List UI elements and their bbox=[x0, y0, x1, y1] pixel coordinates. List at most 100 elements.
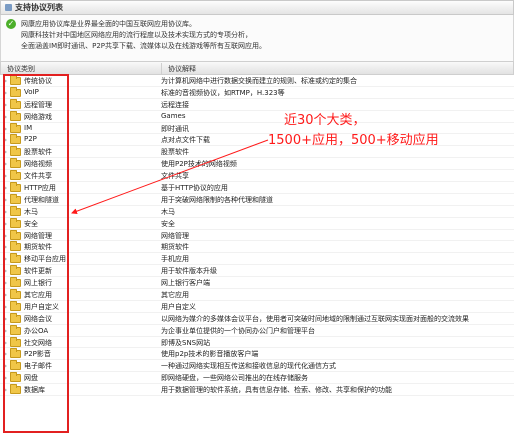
info-line-1: 网康应用协议库是业界最全面的中国互联网应用协议库。 bbox=[21, 20, 196, 28]
table-row[interactable]: 网络视频 使用P2P技术的网络视频 bbox=[0, 158, 514, 171]
table-row[interactable]: 传统协议 为计算机网络中进行数据交换而建立的规则、标准或约定的集合 bbox=[0, 75, 514, 87]
category-name[interactable]: 网络视频 bbox=[24, 159, 52, 169]
table-row[interactable]: 移动平台应用 手机应用 bbox=[0, 253, 514, 266]
category-name[interactable]: 网盘 bbox=[24, 373, 38, 383]
table-row[interactable]: P2P影音 使用p2p技术的影音播放客户端 bbox=[0, 348, 514, 361]
category-name[interactable]: 网络会议 bbox=[24, 314, 52, 324]
table-row[interactable]: 网络会议 以网络为媒介的多媒体会议平台，使用者可突破时间地域的限制通过互联网实现面… bbox=[0, 312, 514, 325]
expand-arrow-icon[interactable] bbox=[3, 161, 7, 168]
folder-icon bbox=[10, 312, 21, 323]
category-name[interactable]: IM bbox=[24, 124, 32, 132]
category-name[interactable]: 安全 bbox=[24, 219, 38, 229]
table-row[interactable]: 安全 安全 bbox=[0, 217, 514, 230]
table-row[interactable]: 木马 木马 bbox=[0, 205, 514, 218]
category-name[interactable]: 网络游戏 bbox=[24, 112, 52, 122]
category-name[interactable]: 软件更新 bbox=[24, 266, 52, 276]
category-name[interactable]: 办公OA bbox=[24, 326, 48, 336]
category-name[interactable]: HTTP应用 bbox=[24, 183, 56, 193]
category-name[interactable]: 移动平台应用 bbox=[24, 254, 66, 264]
table-row[interactable]: HTTP应用 基于HTTP协议的应用 bbox=[0, 182, 514, 194]
category-name[interactable]: 用户自定义 bbox=[24, 302, 59, 312]
expand-arrow-icon[interactable] bbox=[3, 89, 7, 96]
category-name[interactable]: 远程管理 bbox=[24, 100, 52, 110]
folder-icon bbox=[10, 253, 21, 264]
table-header: 协议类别 协议解释 bbox=[0, 61, 514, 75]
category-description: 即时通讯 bbox=[161, 124, 189, 133]
category-name[interactable]: 股票软件 bbox=[24, 147, 52, 157]
category-description: 期货软件 bbox=[161, 243, 189, 252]
folder-icon bbox=[10, 372, 21, 383]
table-row[interactable]: 办公OA 为企事业单位提供的一个协同办公门户和管理平台 bbox=[0, 324, 514, 337]
category-name[interactable]: 数据库 bbox=[24, 385, 45, 395]
expand-arrow-icon[interactable] bbox=[3, 173, 7, 180]
category-description: 为计算机网络中进行数据交换而建立的规则、标准或约定的集合 bbox=[161, 77, 357, 85]
expand-arrow-icon[interactable] bbox=[3, 339, 7, 346]
table-row[interactable]: 远程管理 远程连接 bbox=[0, 98, 514, 111]
expand-arrow-icon[interactable] bbox=[3, 149, 7, 156]
table-row[interactable]: 软件更新 用于软件版本升级 bbox=[0, 265, 514, 278]
expand-arrow-icon[interactable] bbox=[3, 137, 7, 144]
category-name[interactable]: 电子邮件 bbox=[24, 361, 52, 371]
expand-arrow-icon[interactable] bbox=[3, 256, 7, 263]
category-description: 为企事业单位提供的一个协同办公门户和管理平台 bbox=[161, 326, 315, 335]
expand-arrow-icon[interactable] bbox=[3, 220, 7, 227]
expand-arrow-icon[interactable] bbox=[3, 327, 7, 334]
table-row[interactable]: 网络管理 网络管理 bbox=[0, 229, 514, 242]
table-row[interactable]: 代理和隧道 用于突破网络限制的各种代理和隧道 bbox=[0, 193, 514, 206]
expand-arrow-icon[interactable] bbox=[3, 315, 7, 322]
folder-icon bbox=[10, 217, 21, 228]
panel-title: 支持协议列表 bbox=[15, 3, 63, 12]
expand-arrow-icon[interactable] bbox=[3, 280, 7, 287]
table-row[interactable]: 文件共享 文件共享 bbox=[0, 170, 514, 183]
expand-arrow-icon[interactable] bbox=[3, 292, 7, 299]
column-header-description[interactable]: 协议解释 bbox=[168, 64, 196, 74]
expand-arrow-icon[interactable] bbox=[3, 101, 7, 108]
folder-icon bbox=[10, 146, 21, 157]
table-row[interactable]: 社交网络 即博及SNS网站 bbox=[0, 336, 514, 349]
category-name[interactable]: 期货软件 bbox=[24, 242, 52, 252]
expand-arrow-icon[interactable] bbox=[3, 185, 7, 192]
expand-arrow-icon[interactable] bbox=[3, 125, 7, 132]
column-header-category[interactable]: 协议类别 bbox=[7, 64, 35, 74]
category-name[interactable]: 其它应用 bbox=[24, 290, 52, 300]
table-row[interactable]: 电子邮件 一种通过网络实现相互传送和接收信息的现代化通信方式 bbox=[0, 360, 514, 373]
category-name[interactable]: 社交网络 bbox=[24, 338, 52, 348]
category-description: 用于软件版本升级 bbox=[161, 267, 217, 276]
category-name[interactable]: VoIP bbox=[24, 88, 39, 96]
table-row[interactable]: VoIP 标准的音视频协议，如RTMP，H.323等 bbox=[0, 86, 514, 99]
column-divider bbox=[161, 63, 162, 74]
table-row[interactable]: 网上银行 网上银行客户端 bbox=[0, 277, 514, 290]
category-description: 其它应用 bbox=[161, 291, 189, 300]
category-name[interactable]: 网上银行 bbox=[24, 278, 52, 288]
folder-icon bbox=[10, 98, 21, 109]
expand-arrow-icon[interactable] bbox=[3, 78, 7, 84]
category-name[interactable]: 网络管理 bbox=[24, 231, 52, 241]
category-name[interactable]: 文件共享 bbox=[24, 171, 52, 181]
expand-arrow-icon[interactable] bbox=[3, 232, 7, 239]
expand-arrow-icon[interactable] bbox=[3, 303, 7, 310]
folder-icon bbox=[10, 170, 21, 181]
table-row[interactable]: 网盘 即网络硬盘，一些网络公司推出的在线存储服务 bbox=[0, 372, 514, 385]
info-line-3: 全面涵盖IM即时通讯、P2P共享下载、流媒体以及在线游戏等所有互联网应用。 bbox=[21, 42, 266, 50]
category-name[interactable]: 代理和隧道 bbox=[24, 195, 59, 205]
category-description: 安全 bbox=[161, 219, 175, 228]
expand-arrow-icon[interactable] bbox=[3, 196, 7, 203]
expand-arrow-icon[interactable] bbox=[3, 351, 7, 358]
expand-arrow-icon[interactable] bbox=[3, 375, 7, 382]
expand-arrow-icon[interactable] bbox=[3, 387, 7, 394]
table-row[interactable]: 用户自定义 用户自定义 bbox=[0, 300, 514, 313]
expand-arrow-icon[interactable] bbox=[3, 113, 7, 120]
category-description: 点对点文件下载 bbox=[161, 136, 210, 145]
category-name[interactable]: P2P bbox=[24, 135, 37, 143]
category-name[interactable]: 传统协议 bbox=[24, 76, 52, 86]
folder-icon bbox=[10, 75, 21, 85]
category-name[interactable]: P2P影音 bbox=[24, 349, 51, 359]
expand-arrow-icon[interactable] bbox=[3, 363, 7, 370]
table-row[interactable]: 数据库 用于数据管理的软件系统，具有信息存储、检索、修改、共享和保护的功能 bbox=[0, 384, 514, 397]
expand-arrow-icon[interactable] bbox=[3, 208, 7, 215]
table-row[interactable]: 期货软件 期货软件 bbox=[0, 241, 514, 254]
expand-arrow-icon[interactable] bbox=[3, 244, 7, 251]
table-row[interactable]: 其它应用 其它应用 bbox=[0, 289, 514, 301]
expand-arrow-icon[interactable] bbox=[3, 268, 7, 275]
category-name[interactable]: 木马 bbox=[24, 207, 38, 217]
